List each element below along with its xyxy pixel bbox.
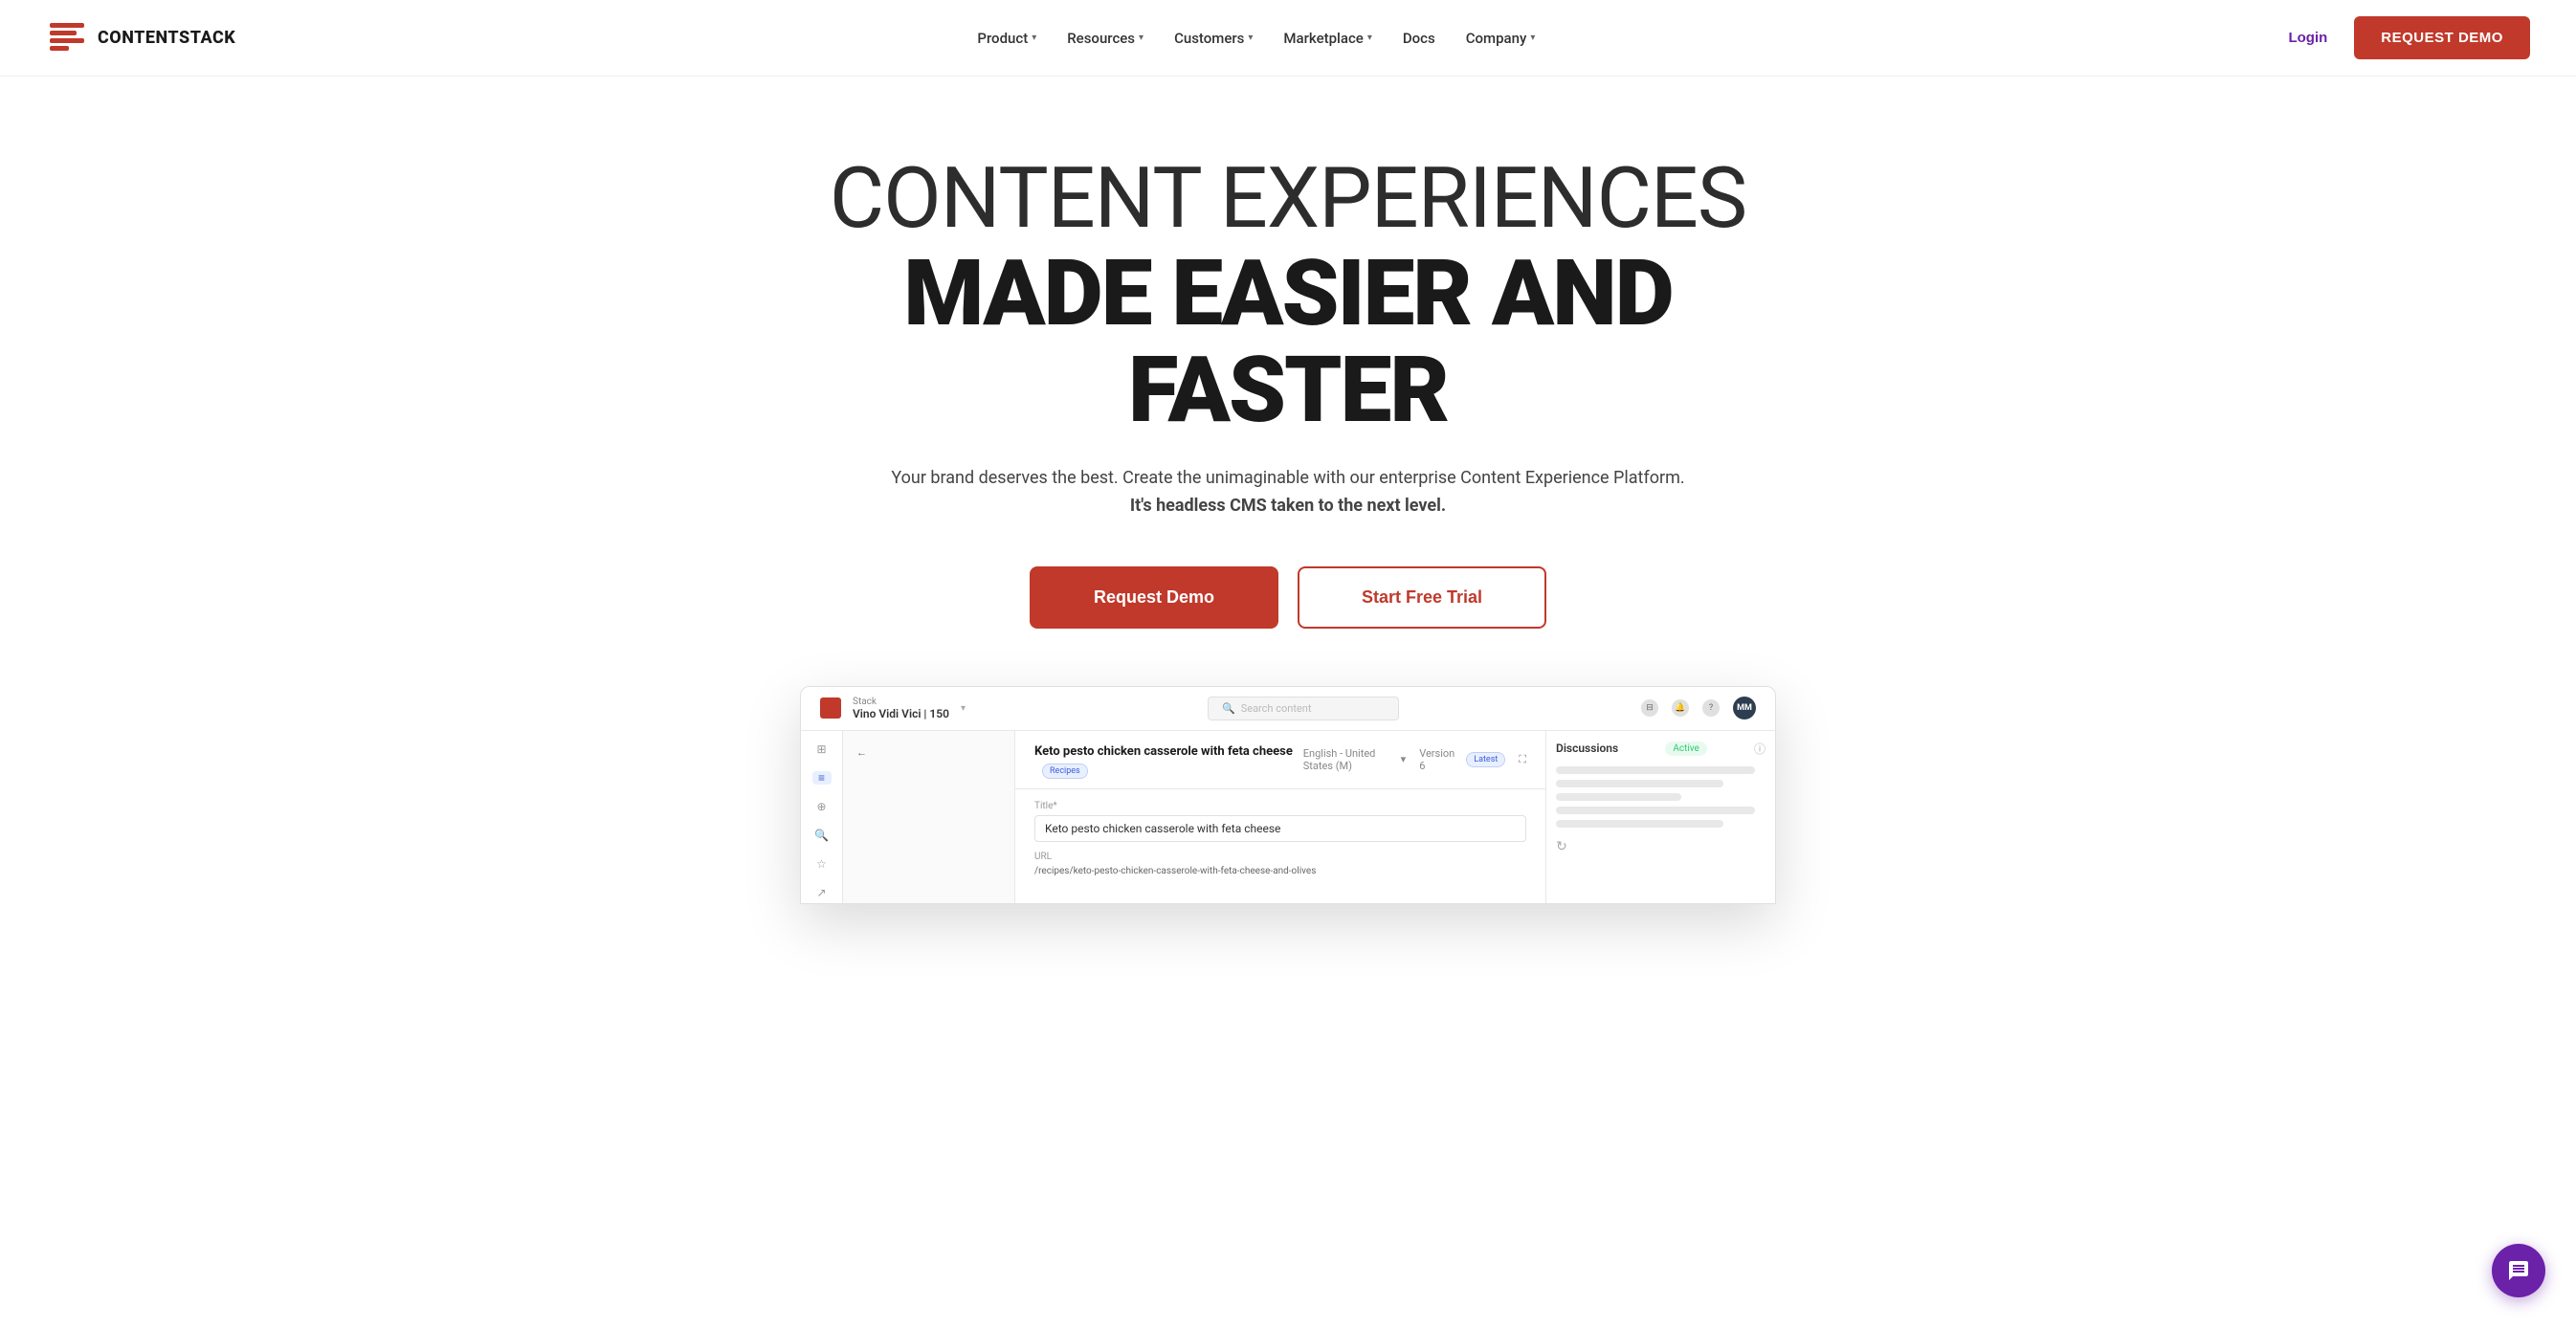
chevron-down-icon: ▾: [1139, 33, 1144, 43]
app-main-body: Title* Keto pesto chicken casserole with…: [1015, 789, 1545, 897]
sidebar-star-icon[interactable]: ☆: [812, 857, 832, 871]
app-main-content: Keto pesto chicken casserole with feta c…: [1015, 731, 1545, 903]
app-logo-icon: [820, 697, 841, 719]
app-content: ⊞ ≡ ⊕ 🔍 ☆ ↗ ⧉ 📄 ← Keto pesto chicken c: [801, 731, 1775, 903]
nav-docs[interactable]: Docs: [1389, 22, 1449, 55]
hero-buttons: Request Demo Start Free Trial: [752, 566, 1824, 629]
avatar: MM: [1733, 697, 1756, 719]
chevron-down-icon: ▾: [1248, 33, 1253, 43]
chevron-down-icon: ▾: [1032, 33, 1036, 43]
hero-title-line2: MADE EASIER AND FASTER: [752, 246, 1824, 439]
panel-action-row: ↻: [1556, 839, 1765, 854]
stack-dropdown-icon[interactable]: ▾: [961, 703, 966, 714]
panel-info-icon[interactable]: ⓘ: [1754, 741, 1765, 757]
help-icon[interactable]: ?: [1702, 699, 1720, 717]
request-demo-nav-button[interactable]: REQUEST DEMO: [2354, 16, 2530, 59]
app-main-header: Keto pesto chicken casserole with feta c…: [1015, 731, 1545, 789]
hero-section: CONTENT EXPERIENCES MADE EASIER AND FAST…: [714, 77, 1862, 629]
nav-product[interactable]: Product ▾: [964, 22, 1050, 55]
stack-info: Stack Vino Vidi Vici | 150: [853, 697, 949, 720]
locale-selector[interactable]: English - United States (M) ▾: [1303, 747, 1406, 772]
sidebar-search-icon[interactable]: 🔍: [812, 829, 832, 842]
panel-content-lines: [1556, 766, 1765, 828]
login-button[interactable]: Login: [2276, 22, 2339, 54]
chevron-down-icon: ▾: [1401, 753, 1407, 765]
version-selector[interactable]: Version 6 Latest: [1419, 747, 1505, 772]
chevron-down-icon: ▾: [1530, 33, 1535, 43]
app-bar-search: 🔍 Search content: [1208, 697, 1399, 720]
sidebar-dashboard-icon[interactable]: ⊞: [812, 742, 832, 756]
nav-resources[interactable]: Resources ▾: [1054, 22, 1157, 55]
app-preview-frame: Stack Vino Vidi Vici | 150 ▾ 🔍 Search co…: [800, 686, 1776, 904]
bookmarks-icon[interactable]: ⊟: [1641, 699, 1658, 717]
hero-subtitle: Your brand deserves the best. Create the…: [752, 465, 1824, 520]
request-demo-hero-button[interactable]: Request Demo: [1030, 566, 1278, 629]
app-preview-container: Stack Vino Vidi Vici | 150 ▾ 🔍 Search co…: [762, 686, 1814, 904]
content-line: [1556, 807, 1755, 814]
chat-widget[interactable]: [2492, 1244, 2545, 1297]
app-bar-left: Stack Vino Vidi Vici | 150 ▾: [820, 697, 966, 720]
start-free-trial-button[interactable]: Start Free Trial: [1298, 566, 1546, 629]
entry-title-row: Keto pesto chicken casserole with feta c…: [1034, 741, 1303, 779]
back-button[interactable]: ←: [843, 741, 1014, 764]
back-arrow-icon: ←: [856, 746, 867, 759]
app-bar: Stack Vino Vidi Vici | 150 ▾ 🔍 Search co…: [801, 687, 1775, 731]
brand-name: CONTENTSTACK: [98, 28, 235, 48]
nav-customers[interactable]: Customers ▾: [1161, 22, 1266, 55]
content-line: [1556, 820, 1723, 828]
notifications-icon[interactable]: 🔔: [1672, 699, 1689, 717]
logo[interactable]: CONTENTSTACK: [46, 17, 235, 59]
nav-marketplace[interactable]: Marketplace ▾: [1270, 22, 1385, 55]
sidebar-assets-icon[interactable]: ⊕: [812, 800, 832, 813]
fullscreen-icon[interactable]: ⛶: [1519, 753, 1526, 766]
sidebar-content-icon[interactable]: ≡: [812, 771, 832, 785]
content-line: [1556, 793, 1681, 801]
sidebar-link-icon[interactable]: ↗: [812, 886, 832, 899]
content-line: [1556, 780, 1723, 787]
main-nav: CONTENTSTACK Product ▾ Resources ▾ Custo…: [0, 0, 2576, 77]
hero-title-line1: CONTENT EXPERIENCES: [752, 153, 1824, 246]
chevron-down-icon: ▾: [1367, 33, 1372, 43]
nav-company[interactable]: Company ▾: [1453, 22, 1549, 55]
secondary-sidebar: ←: [843, 731, 1015, 903]
chat-icon: [2507, 1259, 2530, 1282]
search-icon: 🔍: [1222, 702, 1235, 715]
app-bar-right: ⊟ 🔔 ? MM: [1641, 697, 1756, 719]
app-sidebar: ⊞ ≡ ⊕ 🔍 ☆ ↗ ⧉ 📄: [801, 731, 843, 903]
url-field: URL /recipes/keto-pesto-chicken-casserol…: [1034, 852, 1526, 876]
search-input[interactable]: 🔍 Search content: [1208, 697, 1399, 720]
nav-links: Product ▾ Resources ▾ Customers ▾ Market…: [964, 22, 1548, 55]
nav-actions: Login REQUEST DEMO: [2276, 16, 2530, 59]
discussions-panel: Discussions Active ⓘ ↻: [1545, 731, 1775, 903]
entry-controls: English - United States (M) ▾ Version 6 …: [1303, 747, 1526, 772]
content-line: [1556, 766, 1755, 774]
panel-header: Discussions Active ⓘ: [1556, 741, 1765, 757]
title-field: Title* Keto pesto chicken casserole with…: [1034, 801, 1526, 842]
reply-icon[interactable]: ↻: [1556, 839, 1567, 854]
